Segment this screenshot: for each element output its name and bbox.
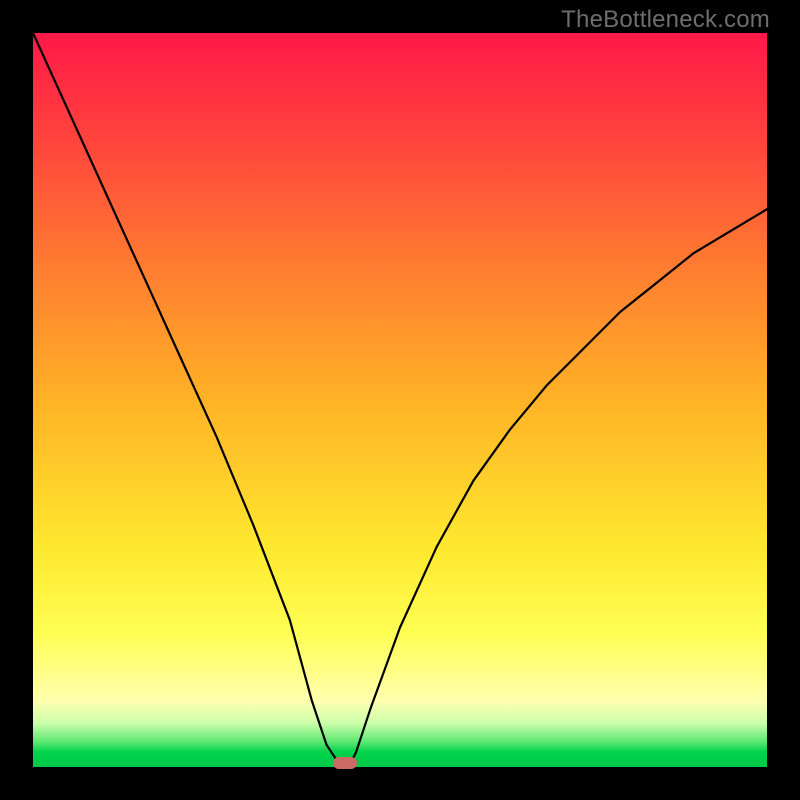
plot-area (33, 33, 767, 767)
minimum-marker (333, 757, 357, 769)
bottleneck-curve (33, 33, 767, 767)
watermark-text: TheBottleneck.com (561, 6, 770, 34)
chart-frame: TheBottleneck.com (0, 0, 800, 800)
